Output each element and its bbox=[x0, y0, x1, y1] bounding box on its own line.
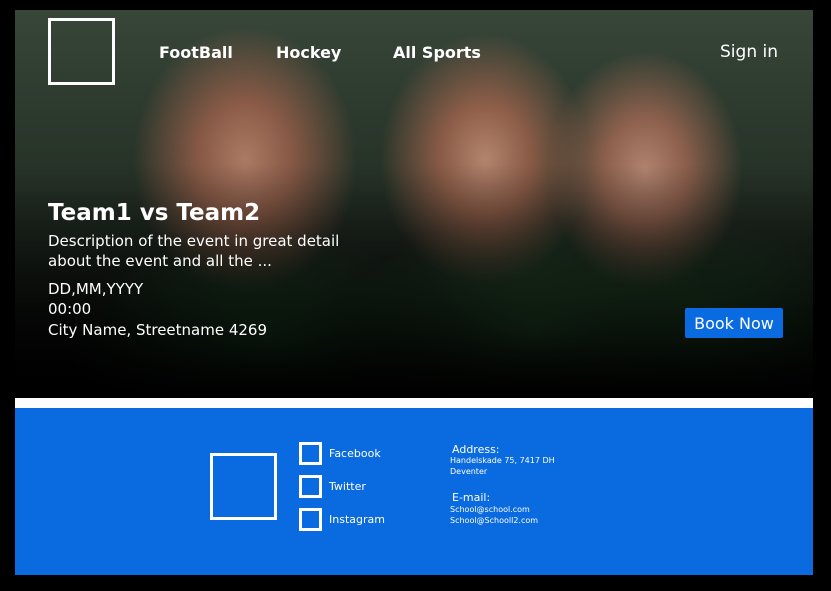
footer: Facebook Twitter Instagram Address: Hand… bbox=[15, 408, 813, 575]
event-date: DD,MM,YYYY bbox=[48, 280, 144, 298]
email-link[interactable]: School@school.com bbox=[450, 505, 530, 514]
instagram-icon bbox=[299, 508, 322, 531]
event-title: Team1 vs Team2 bbox=[48, 200, 261, 226]
instagram-label: Instagram bbox=[329, 513, 385, 526]
logo-placeholder[interactable] bbox=[48, 18, 115, 85]
event-time: 00:00 bbox=[48, 300, 92, 318]
footer-logo-placeholder bbox=[210, 453, 277, 520]
address-heading: Address: bbox=[452, 443, 500, 456]
instagram-link[interactable]: Instagram bbox=[299, 508, 385, 531]
hero-banner: FootBall Hockey All Sports Sign in Team1… bbox=[15, 10, 813, 398]
event-description: Description of the event in great detail… bbox=[48, 232, 340, 270]
nav-item-hockey[interactable]: Hockey bbox=[276, 43, 341, 62]
facebook-icon bbox=[299, 442, 322, 465]
twitter-label: Twitter bbox=[329, 480, 366, 493]
twitter-icon bbox=[299, 475, 322, 498]
facebook-label: Facebook bbox=[329, 447, 381, 460]
address-line: Deventer bbox=[450, 467, 488, 476]
facebook-link[interactable]: Facebook bbox=[299, 442, 381, 465]
twitter-link[interactable]: Twitter bbox=[299, 475, 366, 498]
email-heading: E-mail: bbox=[452, 491, 491, 504]
nav-item-football[interactable]: FootBall bbox=[159, 43, 233, 62]
email-link[interactable]: School@Schooll2.com bbox=[450, 516, 538, 525]
nav-item-all-sports[interactable]: All Sports bbox=[393, 43, 481, 62]
book-now-button[interactable]: Book Now bbox=[685, 308, 783, 338]
address-line: Handelskade 75, 7417 DH bbox=[450, 456, 555, 465]
divider-strip bbox=[15, 398, 813, 408]
event-location: City Name, Streetname 4269 bbox=[48, 321, 268, 339]
sign-in-link[interactable]: Sign in bbox=[720, 42, 778, 62]
